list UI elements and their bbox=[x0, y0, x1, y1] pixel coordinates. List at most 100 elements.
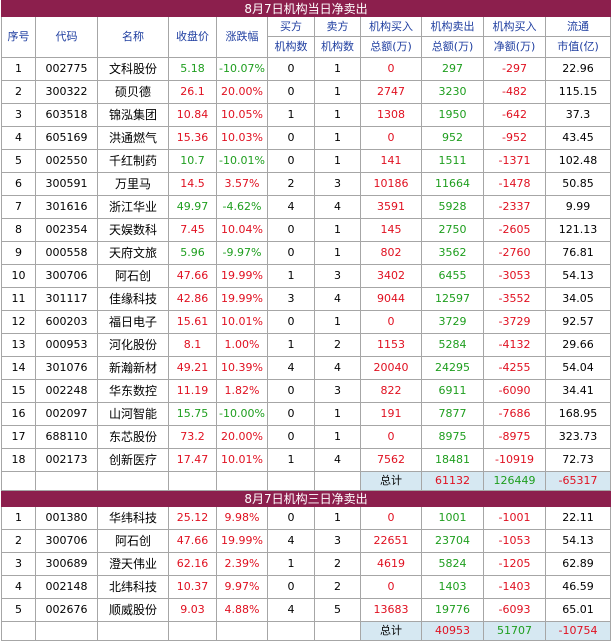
table1-total-label: 总计 bbox=[360, 471, 422, 491]
cell-sell-amount: 2750 bbox=[421, 218, 484, 242]
cell-change: 10.03% bbox=[216, 126, 268, 150]
table-row: 7 301616 浙江华业 49.97 -4.62% 4 4 3591 5928 -2337 9.9… bbox=[1, 195, 611, 219]
cell-change: 2.39% bbox=[216, 552, 268, 576]
cell-seq: 6 bbox=[1, 172, 36, 196]
cell-change: 10.01% bbox=[216, 310, 268, 334]
cell-sellers: 1 bbox=[314, 402, 361, 426]
cell-name: 澄天伟业 bbox=[97, 552, 169, 576]
cell-sellers: 1 bbox=[314, 506, 361, 530]
cell-close: 17.47 bbox=[168, 448, 217, 472]
cell-buyers: 4 bbox=[267, 598, 315, 622]
cell-sellers: 1 bbox=[314, 241, 361, 265]
header-change: 涨跌幅 bbox=[216, 16, 268, 58]
cell-buy-amount: 0 bbox=[360, 506, 422, 530]
cell-market-cap: 76.81 bbox=[544, 241, 611, 265]
cell-sellers: 3 bbox=[314, 264, 361, 288]
cell-buy-amount: 3402 bbox=[360, 264, 422, 288]
cell-buyers: 3 bbox=[267, 287, 315, 311]
cell-name: 阿石创 bbox=[97, 529, 169, 553]
cell-change: 1.00% bbox=[216, 333, 268, 357]
cell-close: 15.36 bbox=[168, 126, 217, 150]
cell-sell-amount: 24295 bbox=[421, 356, 484, 380]
header-close: 收盘价 bbox=[168, 16, 217, 58]
cell-code: 300322 bbox=[35, 80, 98, 104]
cell-market-cap: 29.66 bbox=[544, 333, 611, 357]
cell-sell-amount: 3230 bbox=[421, 80, 484, 104]
cell-net-amount: -1001 bbox=[483, 506, 546, 530]
cell-change: 10.39% bbox=[216, 356, 268, 380]
cell-market-cap: 168.95 bbox=[544, 402, 611, 426]
cell-market-cap: 115.15 bbox=[544, 80, 611, 104]
table-row: 5 002550 千红制药 10.7 -10.01% 0 1 141 1511 -1371 102.… bbox=[1, 149, 611, 173]
cell-name: 天娱数科 bbox=[97, 218, 169, 242]
cell-code: 301117 bbox=[35, 287, 98, 311]
table-row: 5 002676 顺威股份 9.03 4.88% 4 5 13683 19776 -6093 65.… bbox=[1, 598, 611, 622]
cell-market-cap: 37.3 bbox=[544, 103, 611, 127]
cell-close: 42.86 bbox=[168, 287, 217, 311]
cell-market-cap: 102.48 bbox=[544, 149, 611, 173]
cell-code: 300689 bbox=[35, 552, 98, 576]
cell-name: 佳缘科技 bbox=[97, 287, 169, 311]
cell-net-amount: -7686 bbox=[483, 402, 546, 426]
cell-net-amount: -1371 bbox=[483, 149, 546, 173]
cell-buy-amount: 13683 bbox=[360, 598, 422, 622]
cell-net-amount: -952 bbox=[483, 126, 546, 150]
table2-total-sell: 51707 bbox=[483, 621, 546, 641]
cell-change: 1.82% bbox=[216, 379, 268, 403]
cell-change: -10.01% bbox=[216, 149, 268, 173]
header-cap-top: 流通 bbox=[544, 16, 611, 37]
cell-market-cap: 121.13 bbox=[544, 218, 611, 242]
cell-market-cap: 34.41 bbox=[544, 379, 611, 403]
cell-sellers: 1 bbox=[314, 103, 361, 127]
cell-sellers: 3 bbox=[314, 172, 361, 196]
table-row: 4 605169 洪通燃气 15.36 10.03% 0 1 0 952 -952 43.45 bbox=[1, 126, 611, 150]
table-row: 3 603518 锦泓集团 10.84 10.05% 1 1 1308 1950 -642 37.3 bbox=[1, 103, 611, 127]
table-row: 11 301117 佳缘科技 42.86 19.99% 3 4 9044 12597 -3552 3… bbox=[1, 287, 611, 311]
cell-buy-amount: 4619 bbox=[360, 552, 422, 576]
cell-market-cap: 50.85 bbox=[544, 172, 611, 196]
cell-sellers: 2 bbox=[314, 552, 361, 576]
cell-code: 300591 bbox=[35, 172, 98, 196]
cell-buyers: 0 bbox=[267, 402, 315, 426]
cell-sell-amount: 23704 bbox=[421, 529, 484, 553]
cell-sell-amount: 7877 bbox=[421, 402, 484, 426]
cell-close: 9.03 bbox=[168, 598, 217, 622]
cell-sell-amount: 6911 bbox=[421, 379, 484, 403]
header-buy-amount-top: 机构买入 bbox=[360, 16, 422, 37]
cell-sell-amount: 1950 bbox=[421, 103, 484, 127]
cell-sell-amount: 6455 bbox=[421, 264, 484, 288]
header-sellers-top: 卖方 bbox=[314, 16, 361, 37]
cell-change: -10.07% bbox=[216, 57, 268, 81]
table-row: 1 001380 华纬科技 25.12 9.98% 0 1 0 1001 -1001 22.11 bbox=[1, 506, 611, 530]
cell-name: 山河智能 bbox=[97, 402, 169, 426]
cell-market-cap: 65.01 bbox=[544, 598, 611, 622]
cell-net-amount: -1205 bbox=[483, 552, 546, 576]
cell-market-cap: 54.04 bbox=[544, 356, 611, 380]
cell-buyers: 0 bbox=[267, 425, 315, 449]
cell-market-cap: 92.57 bbox=[544, 310, 611, 334]
cell-sellers: 1 bbox=[314, 218, 361, 242]
cell-name: 锦泓集团 bbox=[97, 103, 169, 127]
cell-close: 26.1 bbox=[168, 80, 217, 104]
cell-sell-amount: 5284 bbox=[421, 333, 484, 357]
cell-sellers: 1 bbox=[314, 80, 361, 104]
cell-code: 688110 bbox=[35, 425, 98, 449]
cell-sell-amount: 18481 bbox=[421, 448, 484, 472]
table1-total-sell: 126449 bbox=[483, 471, 546, 491]
cell-sellers: 3 bbox=[314, 379, 361, 403]
cell-net-amount: -2760 bbox=[483, 241, 546, 265]
table-row: 12 600203 福日电子 15.61 10.01% 0 1 0 3729 -3729 92.57 bbox=[1, 310, 611, 334]
cell-name: 硕贝德 bbox=[97, 80, 169, 104]
cell-buy-amount: 20040 bbox=[360, 356, 422, 380]
table-row: 9 000558 天府文旅 5.96 -9.97% 0 1 802 3562 -2760 76.81 bbox=[1, 241, 611, 265]
cell-code: 002248 bbox=[35, 379, 98, 403]
cell-buyers: 0 bbox=[267, 218, 315, 242]
cell-sell-amount: 8975 bbox=[421, 425, 484, 449]
cell-buyers: 0 bbox=[267, 149, 315, 173]
cell-seq: 13 bbox=[1, 333, 36, 357]
cell-change: 3.57% bbox=[216, 172, 268, 196]
cell-buyers: 0 bbox=[267, 575, 315, 599]
cell-seq: 1 bbox=[1, 57, 36, 81]
cell-seq: 2 bbox=[1, 80, 36, 104]
cell-market-cap: 72.73 bbox=[544, 448, 611, 472]
